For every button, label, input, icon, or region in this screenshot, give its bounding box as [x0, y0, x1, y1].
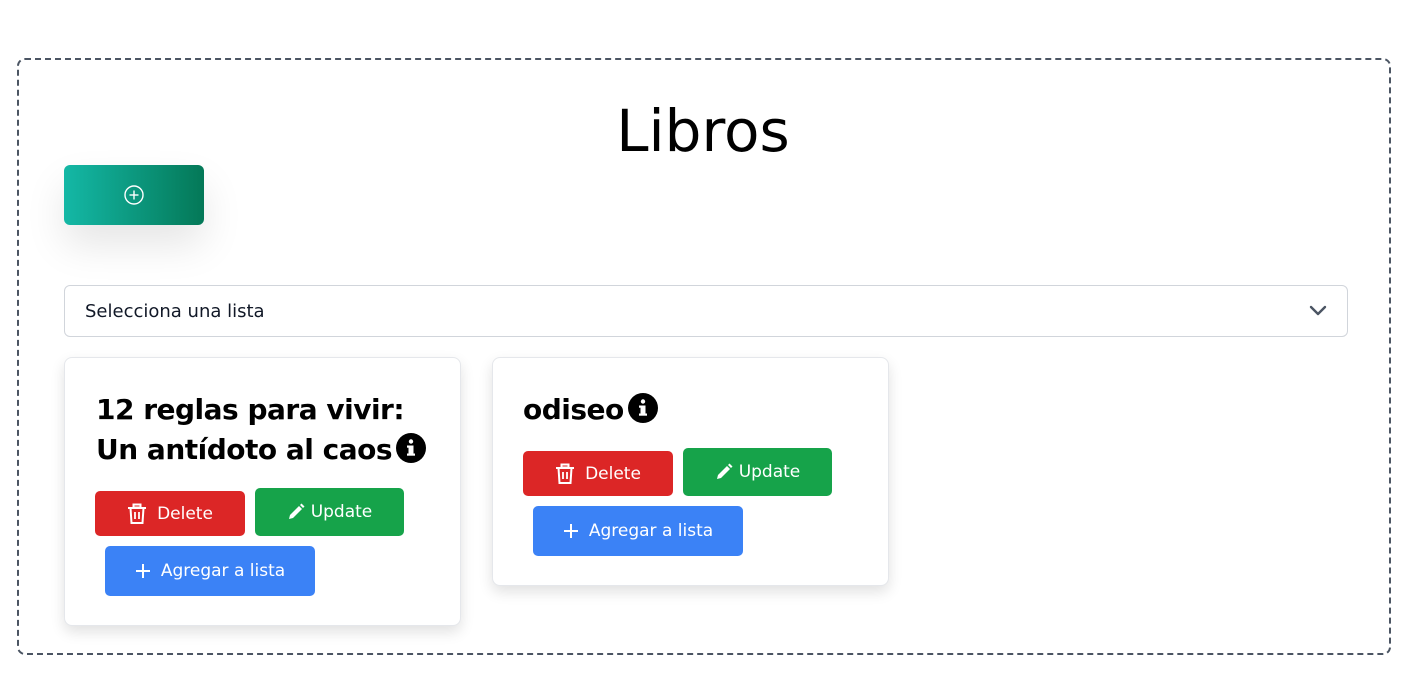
delete-label: Delete [585, 463, 641, 484]
update-label: Update [310, 502, 373, 522]
page-title: Libros [616, 97, 790, 165]
info-icon[interactable] [396, 433, 427, 474]
plus-icon [563, 523, 579, 539]
update-button[interactable]: Update [255, 488, 404, 536]
book-title: 12 reglas para vivir: Un antídoto al cao… [96, 390, 436, 474]
pencil-icon [287, 503, 305, 521]
book-title-text: odiseo [523, 393, 624, 426]
add-to-list-button[interactable]: Agregar a lista [533, 506, 743, 556]
plus-circle-icon [123, 184, 145, 206]
plus-icon [135, 563, 151, 579]
add-book-button[interactable] [64, 165, 204, 225]
pencil-icon [715, 463, 733, 481]
update-button[interactable]: Update [683, 448, 832, 496]
book-title: odiseo [523, 390, 863, 434]
list-select[interactable]: Selecciona una lista [64, 285, 1348, 337]
add-to-list-button[interactable]: Agregar a lista [105, 546, 315, 596]
chevron-down-icon [1309, 305, 1327, 317]
book-card: odiseo Delete Update Agregar a lista [492, 357, 889, 586]
add-to-list-label: Agregar a lista [160, 561, 286, 581]
delete-button[interactable]: Delete [523, 451, 673, 496]
delete-label: Delete [157, 503, 213, 524]
trash-icon [555, 463, 575, 485]
add-to-list-label: Agregar a lista [588, 521, 714, 541]
trash-icon [127, 503, 147, 525]
list-select-value: Selecciona una lista [85, 300, 265, 322]
info-icon[interactable] [627, 393, 658, 434]
delete-button[interactable]: Delete [95, 491, 245, 536]
book-title-text: 12 reglas para vivir: Un antídoto al cao… [96, 393, 405, 466]
book-card: 12 reglas para vivir: Un antídoto al cao… [64, 357, 461, 626]
update-label: Update [738, 462, 801, 482]
